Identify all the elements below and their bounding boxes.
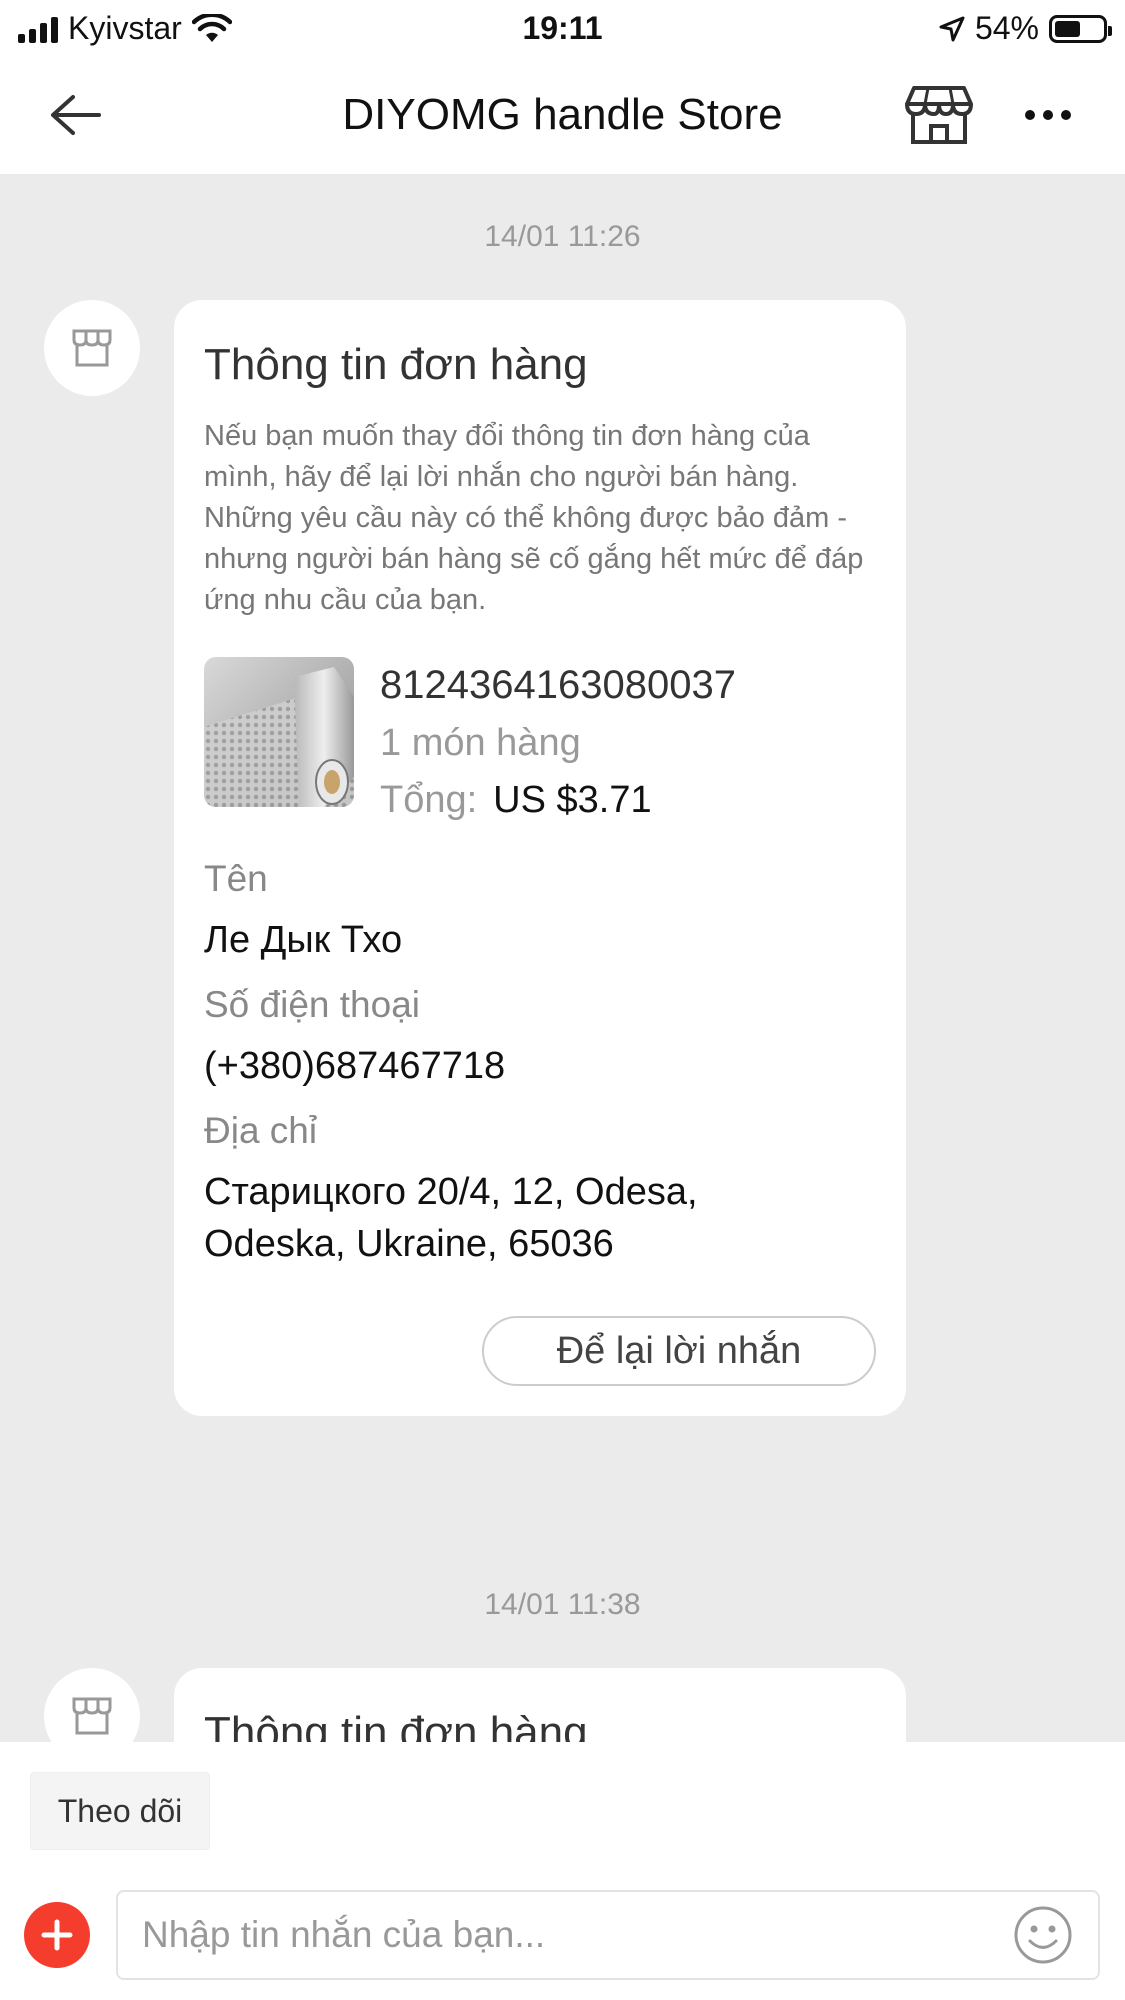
total-label: Tổng: [380, 779, 478, 821]
order-summary[interactable]: 8124364163080037 1 món hàng Tổng: US $3.7… [204, 657, 876, 822]
store-avatar-icon [72, 329, 112, 367]
card-actions: Để lại lời nhắn [204, 1316, 876, 1386]
more-button[interactable] [1018, 84, 1078, 146]
more-horizontal-icon [1025, 110, 1035, 120]
carrier-name: Kyivstar [68, 10, 182, 46]
seller-avatar[interactable] [44, 300, 140, 396]
product-thumbnail[interactable] [204, 657, 354, 807]
order-id: 8124364163080037 [380, 663, 736, 707]
plus-icon [41, 1919, 73, 1951]
battery-percent: 54% [974, 10, 1039, 46]
address-field: Địa chỉ Старицкого 20/4, 12, Odesa, Odes… [204, 1110, 876, 1270]
attach-button[interactable] [24, 1902, 90, 1968]
leave-message-button[interactable]: Để lại lời nhắn [482, 1316, 876, 1386]
card-title: Thông tin đơn hàng [204, 340, 588, 389]
total-value: US $3.71 [493, 779, 652, 821]
status-right: 54% [939, 10, 1112, 47]
seller-avatar[interactable] [44, 1668, 140, 1742]
message-input[interactable] [118, 1892, 978, 1978]
phone-value: (+380)687467718 [204, 1045, 506, 1087]
arrow-left-icon [51, 95, 101, 135]
message-timestamp: 14/01 11:26 [484, 220, 641, 253]
location-arrow-icon [939, 16, 965, 41]
storefront-icon [905, 86, 973, 144]
name-label: Tên [204, 858, 268, 899]
message-composer: Theo dõi [0, 1742, 1125, 2000]
nav-bar: DIYOMG handle Store [0, 56, 1125, 174]
store-avatar-icon [72, 1697, 112, 1735]
message-timestamp: 14/01 11:38 [484, 1588, 641, 1621]
status-left: Kyivstar [18, 10, 232, 47]
phone-field: Số điện thoại (+380)687467718 [204, 984, 876, 1092]
follow-button[interactable]: Theo dõi [30, 1772, 210, 1850]
order-info-card: Thông tin đơn hàng Nếu bạn muốn thay đổi… [174, 300, 906, 1416]
foil-roll-image [204, 657, 354, 807]
message-input-box[interactable] [116, 1890, 1100, 1980]
name-field: Tên Ле Дык Тхо [204, 858, 876, 966]
card-title: Thông tin đơn hàng [204, 1708, 588, 1742]
order-info-card: Thông tin đơn hàng [174, 1668, 906, 1742]
address-value: Старицкого 20/4, 12, Odesa, Odeska, Ukra… [204, 1171, 698, 1265]
shipping-fields: Tên Ле Дык Тхо Số điện thoại (+380)68746… [204, 858, 876, 1270]
signal-icon [18, 15, 58, 43]
chat-area[interactable]: 14/01 11:26 Thông tin đơn hàng Nếu bạn m… [0, 174, 1125, 1742]
address-label: Địa chỉ [204, 1110, 318, 1151]
battery-icon [1049, 14, 1112, 43]
battery-level [1055, 20, 1080, 37]
store-button[interactable] [904, 84, 974, 146]
status-bar: Kyivstar 19:11 54% [0, 0, 1125, 56]
card-description: Nếu bạn muốn thay đổi thông tin đơn hàng… [204, 420, 864, 616]
back-button[interactable] [40, 84, 110, 146]
order-details: 8124364163080037 1 món hàng Tổng: US $3.7… [380, 657, 736, 822]
order-total: Tổng: US $3.71 [380, 779, 736, 822]
name-value: Ле Дык Тхо [204, 919, 403, 961]
order-item-count: 1 món hàng [380, 722, 581, 764]
smiley-icon[interactable] [1012, 1904, 1074, 1966]
wifi-icon [191, 13, 232, 42]
phone-label: Số điện thoại [204, 984, 421, 1025]
